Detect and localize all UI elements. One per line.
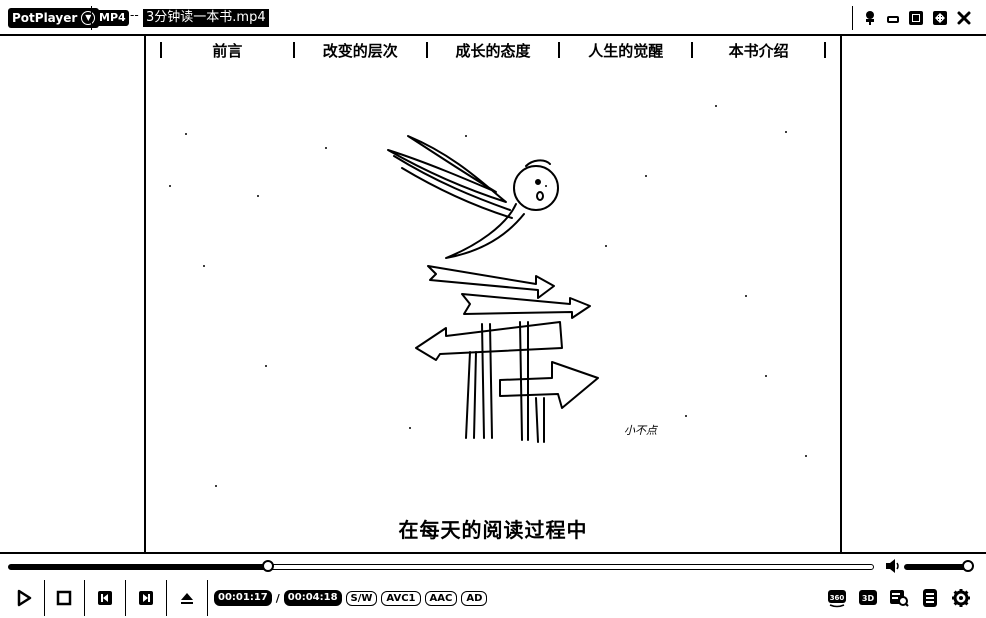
chapter-item[interactable]: 人生的觉醒 [560,40,691,61]
artist-signature: 小不点 [624,424,657,437]
current-time[interactable]: 00:01:17 [214,590,272,606]
stop-icon [56,590,72,606]
time-display: 00:01:17 / 00:04:18 S/W AVC1 AAC AD [214,590,488,606]
svg-text:360: 360 [830,594,845,602]
total-time[interactable]: 00:04:18 [283,590,342,606]
seek-handle[interactable] [262,560,275,572]
signpost-illustration [387,135,599,443]
divider [207,580,208,616]
settings-icon [952,589,970,607]
eject-icon [181,593,193,604]
vr-360-button[interactable]: 360 [826,588,848,608]
capture-button[interactable] [888,588,910,608]
divider [91,6,92,30]
playlist-button[interactable] [919,588,941,608]
next-icon [139,591,153,605]
time-separator: / [275,591,280,605]
format-badge: MP4 [96,10,129,26]
divider [852,6,853,30]
audio-device-badge[interactable]: AD [461,590,488,606]
chapter-item[interactable]: 改变的层次 [295,40,426,61]
playlist-icon [923,589,937,607]
stop-button[interactable] [44,582,84,614]
video-codec-badge[interactable]: AVC1 [381,590,421,606]
svg-text:3D: 3D [862,594,875,603]
restore-icon[interactable] [907,9,925,27]
app-name: PotPlayer [12,11,78,25]
chapter-item[interactable]: 前言 [162,40,293,61]
volume-level [905,565,968,569]
letterbox-left [0,36,146,552]
seek-progress [9,565,269,569]
letterbox-right [840,36,986,552]
chevron-down-icon: ▼ [81,11,96,25]
volume-handle[interactable] [961,560,974,572]
close-icon[interactable] [955,9,973,27]
seek-bar[interactable] [8,560,874,572]
subtitle-text: 在每天的阅读过程中 [398,518,588,542]
title-bar: PotPlayer ▼ MP4 -- 3分钟读一本书.mp4 [0,0,986,36]
fullscreen-icon[interactable] [931,9,949,27]
control-bar: 00:01:17 / 00:04:18 S/W AVC1 AAC AD 360 … [0,552,986,618]
play-button[interactable] [4,582,44,614]
chapter-bar: 前言 改变的层次 成长的态度 人生的觉醒 本书介绍 [146,36,840,64]
app-menu-button[interactable]: PotPlayer ▼ [8,8,100,28]
minimize-icon[interactable] [884,9,902,27]
vr-360-icon: 360 [828,590,846,608]
previous-icon [98,591,112,605]
settings-button[interactable] [950,588,972,608]
chapter-item[interactable]: 成长的态度 [428,40,559,61]
eject-button[interactable] [167,582,207,614]
volume-slider[interactable] [904,560,974,572]
3d-button[interactable]: 3D [857,588,879,608]
chapter-divider [823,42,826,58]
video-frame[interactable]: 前言 改变的层次 成长的态度 人生的觉醒 本书介绍 小不点 在每天的阅读过程中 [146,36,840,552]
audio-codec-badge[interactable]: AAC [424,590,458,606]
window-title: 3分钟读一本书.mp4 [143,9,269,27]
pin-icon[interactable] [861,9,879,27]
chapter-item[interactable]: 本书介绍 [693,40,824,61]
play-icon [17,589,32,607]
decoder-badge[interactable]: S/W [345,590,378,606]
previous-button[interactable] [85,582,125,614]
volume-icon[interactable] [884,558,902,574]
title-separator: -- [130,8,139,22]
capture-icon [890,590,909,607]
3d-icon: 3D [859,590,877,605]
next-button[interactable] [126,582,166,614]
